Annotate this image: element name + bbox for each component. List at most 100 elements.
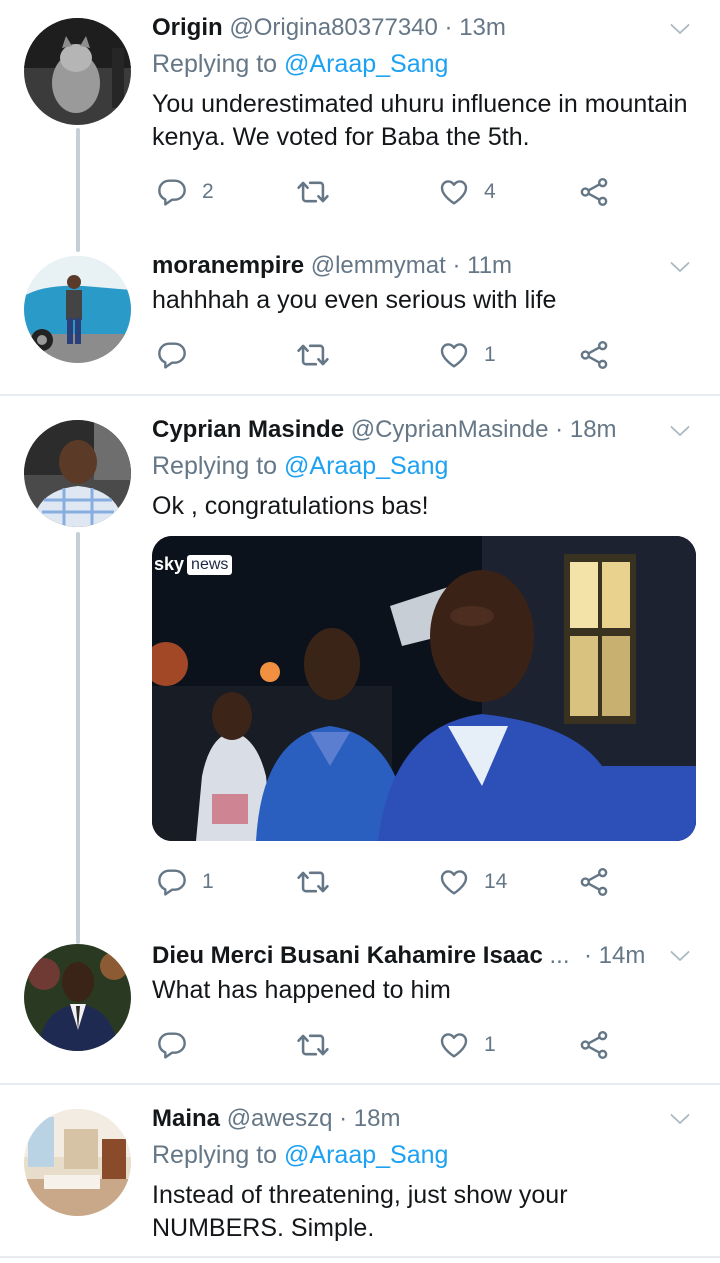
display-name[interactable]: Maina [152, 1105, 220, 1132]
user-handle[interactable]: @Origina80377340 [229, 14, 438, 41]
tweet-media-image[interactable]: sky news [152, 536, 696, 841]
share-icon [578, 1029, 610, 1061]
like-count: 14 [484, 870, 508, 893]
chevron-down-icon[interactable] [668, 419, 692, 443]
reply-icon [156, 1029, 188, 1061]
reply-icon [156, 866, 188, 898]
tweet-cyprian[interactable]: Cyprian Masinde @CyprianMasinde · 18m Re… [0, 396, 720, 944]
like-button[interactable]: 1 [438, 335, 496, 375]
tweet-header: moranempire @lemmymat · 11m [152, 248, 692, 284]
tweet-text: What has happened to him [152, 976, 451, 1004]
reply-button[interactable] [156, 1025, 202, 1065]
tweet-text: Ok , congratulations bas! [152, 492, 429, 520]
tweet-header: Cyprian Masinde @CyprianMasinde · 18m [152, 412, 692, 448]
display-name[interactable]: moranempire [152, 252, 304, 279]
tweet-text: hahhhah a you even serious with life [152, 286, 557, 314]
tweet-header: Maina @aweszq · 18m [152, 1101, 692, 1137]
retweet-icon [296, 175, 330, 209]
replying-to: Replying to @Araap_Sang [152, 1137, 448, 1173]
separator: · [584, 942, 592, 969]
chevron-down-icon[interactable] [668, 255, 692, 279]
display-name[interactable]: Origin [152, 14, 223, 41]
share-button[interactable] [578, 335, 610, 375]
tweet-text: You underestimated uhuru influence in mo… [152, 90, 688, 151]
tweet-text: Instead of threatening, just show your N… [152, 1181, 568, 1242]
tweet-header: Origin @Origina80377340 · 13m [152, 10, 692, 46]
avatar[interactable] [24, 944, 131, 1051]
reply-icon [156, 176, 188, 208]
replying-prefix: Replying to [152, 452, 285, 480]
display-name[interactable]: Cyprian Masinde [152, 416, 344, 443]
retweet-button[interactable] [296, 172, 330, 212]
retweet-icon [296, 865, 330, 899]
avatar[interactable] [24, 256, 131, 363]
replying-prefix: Replying to [152, 1141, 285, 1169]
display-name[interactable]: Dieu Merci Busani Kahamire Isaac [152, 942, 543, 969]
retweet-icon [296, 338, 330, 372]
tweet-actions: 1 [152, 335, 622, 375]
like-button[interactable]: 1 [438, 1025, 496, 1065]
separator: · [452, 252, 461, 279]
news-logo-text: news [187, 554, 233, 575]
like-count: 1 [484, 1033, 496, 1056]
like-icon [438, 1029, 470, 1061]
name-ellipsis: ... [549, 942, 570, 969]
avatar[interactable] [24, 1109, 131, 1216]
like-button[interactable]: 14 [438, 862, 507, 902]
mention-link[interactable]: @Araap_Sang [284, 50, 448, 78]
thread-line [76, 128, 80, 252]
user-handle[interactable]: @CyprianMasinde [351, 416, 549, 443]
timestamp[interactable]: 13m [459, 14, 506, 41]
avatar[interactable] [24, 420, 131, 527]
timestamp[interactable]: 18m [570, 416, 617, 443]
tweet-meta: · 14m [584, 938, 652, 974]
like-icon [438, 866, 470, 898]
tweet-actions: 1 [152, 1025, 622, 1065]
share-button[interactable] [578, 1025, 610, 1065]
timestamp[interactable]: 18m [354, 1105, 401, 1132]
reply-button[interactable] [156, 335, 202, 375]
tweet-moranempire[interactable]: moranempire @lemmymat · 11m hahhhah a yo… [0, 240, 720, 395]
separator: · [444, 14, 453, 41]
chevron-down-icon[interactable] [668, 944, 692, 968]
replying-to: Replying to @Araap_Sang [152, 448, 448, 484]
share-icon [578, 866, 610, 898]
tweet-actions: 2 4 [152, 172, 622, 212]
news-photo [152, 536, 696, 841]
share-button[interactable] [578, 172, 610, 212]
tweet-origin[interactable]: Origin @Origina80377340 · 13m Replying t… [0, 0, 720, 252]
like-count: 1 [484, 343, 496, 366]
like-icon [438, 339, 470, 371]
retweet-button[interactable] [296, 335, 330, 375]
reply-icon [156, 339, 188, 371]
sky-logo-text: sky [154, 554, 185, 574]
tweet-dieu-merci[interactable]: Dieu Merci Busani Kahamire Isaac ... · 1… [0, 930, 720, 1083]
mention-link[interactable]: @Araap_Sang [284, 1141, 448, 1169]
share-button[interactable] [578, 862, 610, 902]
chevron-down-icon[interactable] [668, 17, 692, 41]
replying-prefix: Replying to [152, 50, 285, 78]
separator: · [339, 1105, 348, 1132]
tweet-header: Dieu Merci Busani Kahamire Isaac ... [152, 938, 570, 974]
replying-to: Replying to @Araap_Sang [152, 46, 448, 82]
reply-button[interactable]: 1 [156, 862, 214, 902]
retweet-button[interactable] [296, 862, 330, 902]
tweet-maina[interactable]: Maina @aweszq · 18m Replying to @Araap_S… [0, 1085, 720, 1255]
reply-button[interactable]: 2 [156, 172, 214, 212]
timestamp[interactable]: 14m [599, 942, 646, 969]
separator: · [555, 416, 564, 443]
thread-line [76, 532, 80, 944]
like-button[interactable]: 4 [438, 172, 496, 212]
retweet-button[interactable] [296, 1025, 330, 1065]
mention-link[interactable]: @Araap_Sang [284, 452, 448, 480]
like-icon [438, 176, 470, 208]
reply-count: 1 [202, 870, 214, 893]
user-handle[interactable]: @lemmymat [311, 252, 446, 279]
retweet-icon [296, 1028, 330, 1062]
avatar[interactable] [24, 18, 131, 125]
chevron-down-icon[interactable] [668, 1107, 692, 1131]
tweet-actions: 1 14 [152, 862, 622, 902]
like-count: 4 [484, 180, 496, 203]
user-handle[interactable]: @aweszq [227, 1105, 333, 1132]
timestamp[interactable]: 11m [467, 252, 512, 279]
